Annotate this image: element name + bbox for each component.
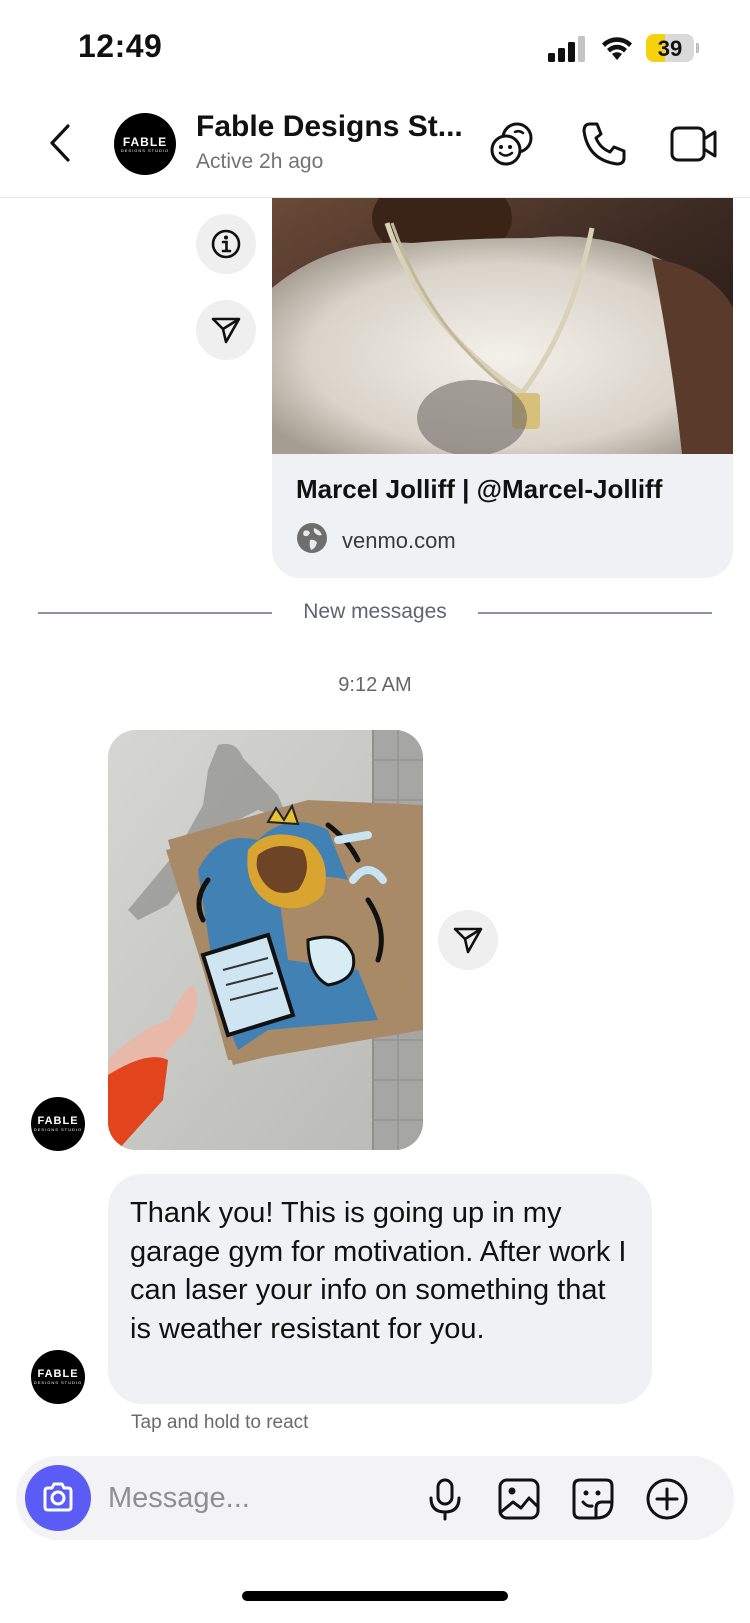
message-input[interactable]	[108, 1476, 408, 1520]
back-button[interactable]	[40, 118, 80, 168]
camera-icon	[43, 1482, 73, 1512]
sender-avatar[interactable]: FABLE DESIGNS STUDIO	[31, 1097, 85, 1151]
video-call-icon[interactable]	[668, 118, 720, 170]
info-icon	[211, 229, 241, 259]
avatar-logo-sub: DESIGNS STUDIO	[33, 1380, 83, 1385]
share-photo-button[interactable]	[438, 910, 498, 970]
status-bar: 12:49 39	[0, 0, 750, 100]
chat-header: FABLE DESIGNS STUDIO Fable Designs St...…	[0, 100, 750, 198]
sender-avatar[interactable]: FABLE DESIGNS STUDIO	[31, 1350, 85, 1404]
link-preview-image	[272, 198, 733, 454]
microphone-icon[interactable]	[422, 1476, 468, 1522]
new-messages-divider: New messages	[0, 600, 750, 624]
cellular-signal-icon	[548, 36, 585, 62]
avatar-logo: FABLE	[122, 134, 168, 149]
avatar-logo-sub: DESIGNS STUDIO	[33, 1127, 83, 1132]
share-button[interactable]	[196, 300, 256, 360]
message-bubble[interactable]: Thank you! This is going up in my garage…	[108, 1174, 652, 1404]
info-button[interactable]	[196, 214, 256, 274]
status-time: 12:49	[78, 28, 163, 64]
globe-icon	[297, 523, 327, 553]
link-preview-title: Marcel Jolliff | @Marcel-Jolliff	[296, 474, 663, 504]
react-hint: Tap and hold to react	[131, 1412, 309, 1433]
avatar-logo: FABLE	[37, 1115, 79, 1127]
effects-icon[interactable]	[486, 118, 538, 170]
contact-name[interactable]: Fable Designs St...	[196, 110, 463, 144]
link-preview-card[interactable]: Marcel Jolliff | @Marcel-Jolliff venmo.c…	[272, 198, 733, 578]
share-icon	[453, 927, 483, 954]
avatar-logo-sub: DESIGNS STUDIO	[120, 147, 170, 153]
wifi-icon	[602, 37, 632, 60]
gallery-icon[interactable]	[496, 1476, 542, 1522]
message-timestamp: 9:12 AM	[338, 674, 412, 696]
message-composer	[16, 1456, 734, 1540]
battery-indicator: 39	[646, 34, 699, 62]
photo-message[interactable]	[108, 730, 423, 1150]
avatar-logo: FABLE	[37, 1368, 79, 1380]
battery-percent: 39	[657, 36, 683, 61]
share-icon	[211, 317, 241, 344]
home-indicator	[242, 1591, 508, 1601]
sticker-icon[interactable]	[570, 1476, 616, 1522]
camera-button[interactable]	[25, 1465, 91, 1531]
link-preview-domain: venmo.com	[342, 528, 456, 553]
plus-icon[interactable]	[644, 1476, 690, 1522]
phone-call-icon[interactable]	[578, 118, 630, 170]
contact-status: Active 2h ago	[196, 150, 324, 173]
new-messages-label: New messages	[285, 600, 465, 623]
contact-avatar[interactable]: FABLE DESIGNS STUDIO	[114, 113, 176, 175]
